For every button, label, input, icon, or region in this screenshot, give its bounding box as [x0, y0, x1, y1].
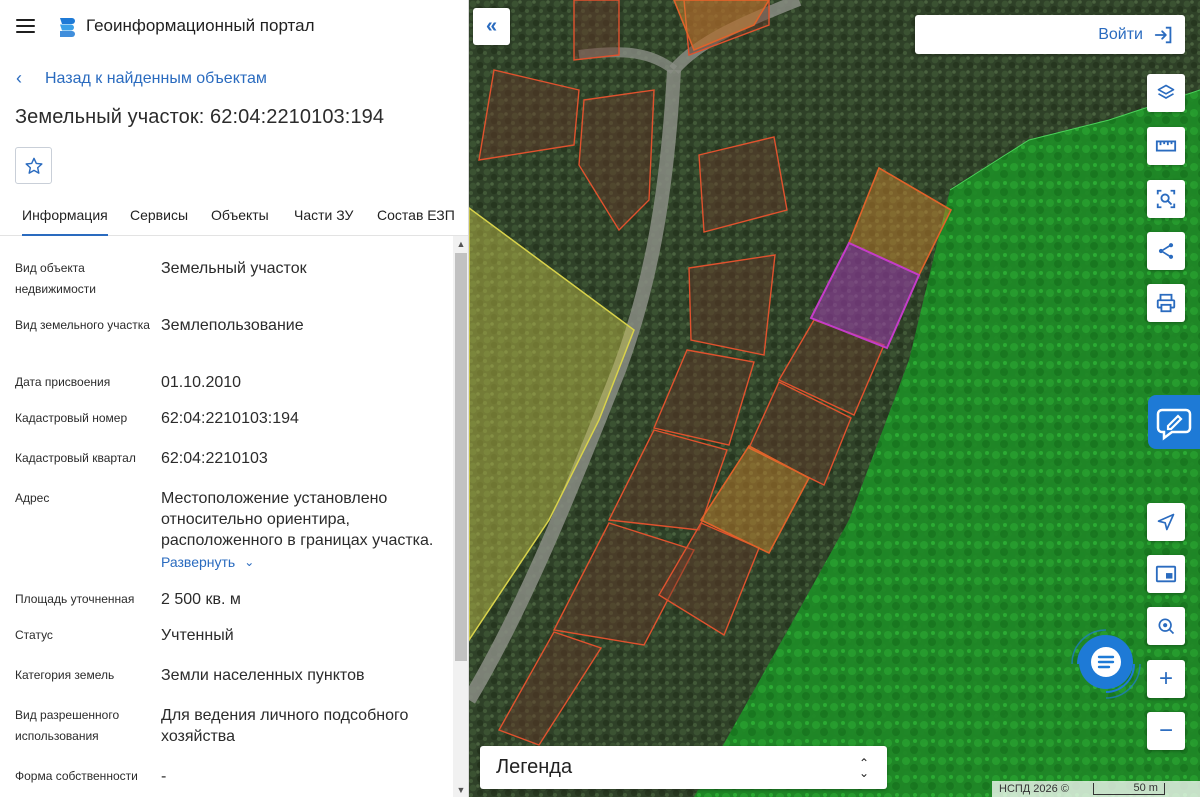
expand-collapse-icon: ⌃ ⌄ — [858, 755, 869, 780]
tab-ezp-composition[interactable]: Состав ЕЗП — [377, 207, 455, 223]
property-label: Дата присвоения — [15, 375, 111, 389]
legend-label: Легенда — [496, 756, 573, 778]
property-value: Земли населенных пунктов — [161, 667, 365, 684]
property-value: Учтенный — [161, 627, 234, 644]
area-search-icon — [1156, 189, 1176, 209]
chevron-down-icon: ⌄ — [244, 555, 255, 569]
menu-icon[interactable] — [16, 16, 38, 38]
property-value: Местоположение установлено относительно … — [161, 490, 434, 549]
collapse-panel-button[interactable]: « — [473, 8, 510, 45]
printer-icon — [1156, 293, 1176, 313]
zoom-out-button[interactable]: − — [1147, 712, 1185, 750]
tab-bar: Информация Сервисы Объекты Части ЗУ Сост… — [0, 196, 468, 236]
property-label: Вид разрешенного использования — [15, 708, 120, 743]
layers-icon — [1157, 84, 1175, 99]
property-label: Форма собственности — [15, 769, 138, 783]
back-link-label: Назад к найденным объектам — [45, 69, 267, 87]
back-to-results-link[interactable]: ‹ Назад к найденным объектам — [16, 68, 267, 89]
feedback-tab[interactable] — [1148, 395, 1200, 449]
property-label: Адрес — [15, 491, 50, 505]
geo-search-button[interactable] — [1147, 607, 1185, 645]
info-panel: Геоинформационный портал ‹ Назад к найде… — [0, 0, 469, 797]
scroll-down-arrow-icon[interactable]: ▼ — [455, 783, 467, 797]
properties-list: Вид объекта недвижимости Земельный участ… — [0, 236, 453, 797]
navigation-arrow-icon — [1157, 513, 1175, 531]
property-value: 62:04:2210103 — [161, 450, 268, 467]
property-label: Вид объекта недвижимости — [15, 261, 96, 296]
locate-me-button[interactable] — [1147, 503, 1185, 541]
login-icon — [1154, 26, 1172, 43]
property-label: Площадь уточненная — [15, 592, 135, 606]
app-title: Геоинформационный портал — [86, 16, 315, 35]
portal-logo-icon — [60, 18, 75, 37]
property-value: 01.10.2010 — [161, 374, 242, 391]
expand-address-link[interactable]: Развернуть ⌄ — [161, 554, 254, 570]
zoom-in-button[interactable]: + — [1147, 660, 1185, 698]
property-label: Категория земель — [15, 668, 115, 682]
property-value: 62:04:2210103:194 — [161, 410, 299, 427]
property-value: Земельный участок — [161, 260, 307, 277]
scrollbar-thumb[interactable] — [455, 253, 467, 661]
property-value: - — [161, 768, 167, 785]
chevron-left-icon: ‹ — [16, 68, 22, 88]
print-button[interactable] — [1147, 284, 1185, 322]
feedback-icon — [1156, 408, 1192, 441]
tab-parcel-parts[interactable]: Части ЗУ — [294, 207, 353, 223]
login-label: Войти — [1098, 25, 1143, 43]
location-search-icon — [1158, 618, 1175, 635]
plus-icon: + — [1158, 665, 1173, 692]
share-button[interactable] — [1147, 232, 1185, 270]
property-label: Вид земельного участка — [15, 318, 150, 332]
property-label: Статус — [15, 628, 53, 642]
tab-services[interactable]: Сервисы — [130, 207, 188, 223]
attribution-text: НСПД 2026 © — [999, 783, 1069, 795]
layers-button[interactable] — [1147, 74, 1185, 112]
measure-button[interactable] — [1147, 127, 1185, 165]
legend-toggle[interactable]: Легенда ⌃ ⌄ — [480, 746, 887, 789]
property-value: 2 500 кв. м — [161, 591, 241, 608]
tab-objects[interactable]: Объекты — [211, 207, 269, 223]
login-button[interactable]: Войти — [915, 15, 1185, 54]
chat-assistant-button[interactable] — [1066, 624, 1146, 704]
ruler-icon — [1155, 140, 1177, 152]
picture-in-picture-icon — [1155, 565, 1177, 583]
property-value: Землепользование — [161, 317, 304, 334]
map-attribution: НСПД 2026 © 50 m — [992, 781, 1200, 797]
tab-information[interactable]: Информация — [22, 207, 108, 236]
double-chevron-left-icon: « — [485, 15, 498, 37]
scroll-up-arrow-icon[interactable]: ▲ — [455, 237, 467, 251]
area-search-button[interactable] — [1147, 180, 1185, 218]
page-title: Земельный участок: 62:04:2210103:194 — [15, 106, 385, 128]
expand-label: Развернуть — [161, 554, 236, 570]
top-bar: Геоинформационный портал — [0, 0, 468, 54]
scale-bar: 50 m — [1092, 783, 1165, 795]
property-value: Для ведения личного подсобного хозяйства — [161, 707, 409, 745]
property-label: Кадастровый номер — [15, 411, 128, 425]
star-icon — [24, 157, 43, 174]
share-icon — [1158, 243, 1174, 259]
property-label: Кадастровый квартал — [15, 451, 136, 465]
minimap-button[interactable] — [1147, 555, 1185, 593]
minus-icon: − — [1158, 717, 1173, 744]
favorite-button[interactable] — [15, 147, 52, 184]
